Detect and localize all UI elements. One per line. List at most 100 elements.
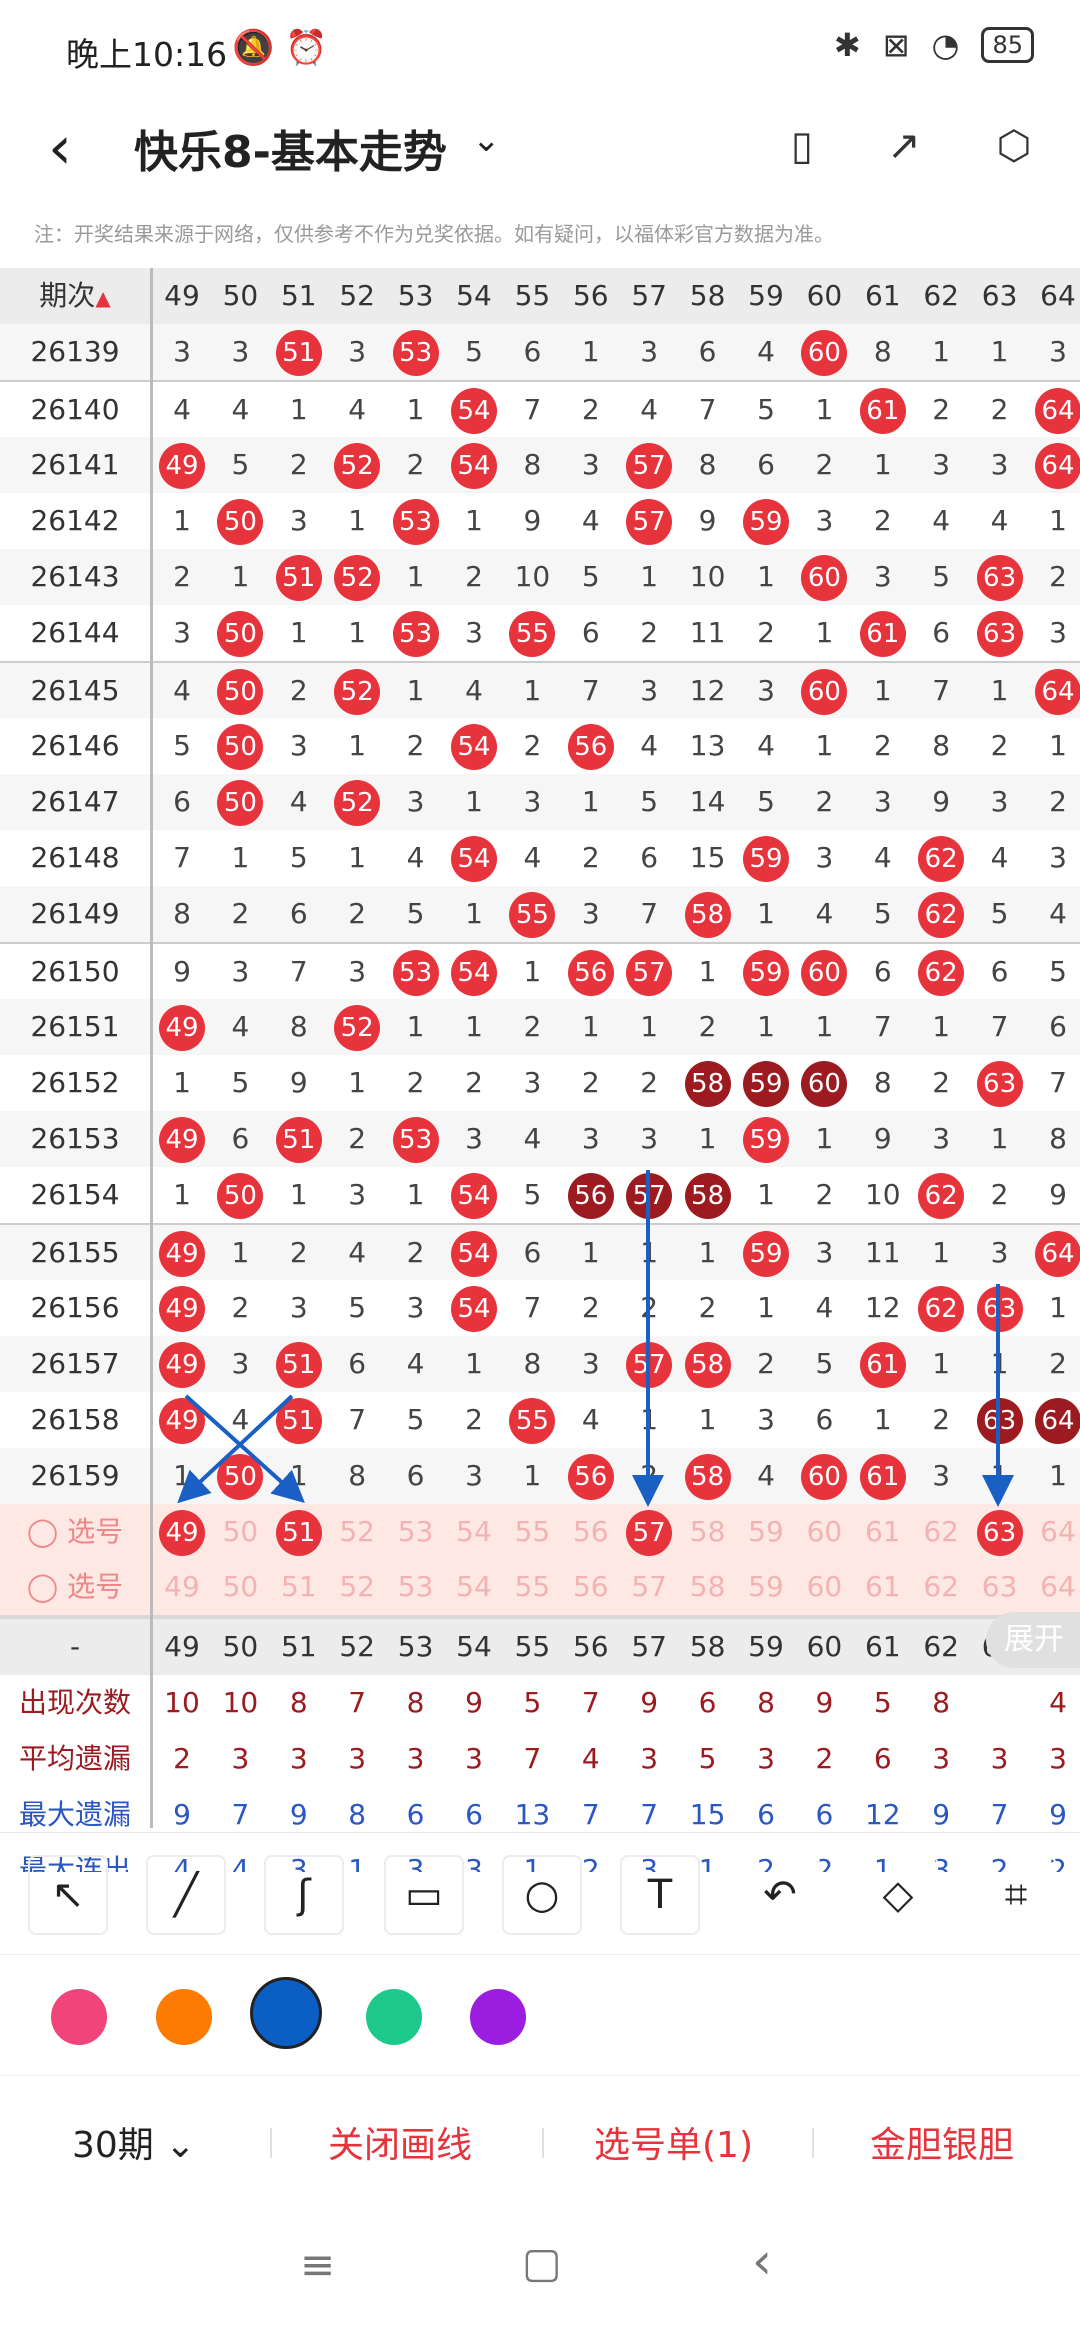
pick-cell[interactable]: 59 <box>737 1504 795 1560</box>
hit-cell: 58 <box>679 1448 737 1504</box>
home-icon[interactable]: ▢ <box>522 2238 562 2287</box>
pick-cell[interactable]: 50 <box>211 1504 269 1560</box>
drawn-number-ball: 60 <box>801 554 848 601</box>
pick-cell-selected[interactable]: 51 <box>270 1504 328 1560</box>
pick-cell[interactable]: 60 <box>795 1504 853 1560</box>
period-cell: 26152 <box>30 1066 120 1100</box>
pick-cell[interactable]: 55 <box>503 1504 561 1560</box>
miss-count-cell: 2 <box>289 673 308 707</box>
expand-button[interactable]: 展开 <box>986 1612 1080 1668</box>
circle-tool-icon[interactable]: ○ <box>502 1855 582 1935</box>
pick-cell[interactable]: 61 <box>854 1504 912 1560</box>
color-swatch-purple[interactable] <box>470 1989 526 2045</box>
pick-cell[interactable]: 64 <box>1029 1504 1080 1560</box>
chevron-down-icon[interactable]: ⌄ <box>472 120 501 160</box>
miss-count-cell: 1 <box>289 392 308 426</box>
clear-brush-icon[interactable]: ⌗ <box>976 1855 1056 1935</box>
rect-tool-icon[interactable]: ▭ <box>384 1855 464 1935</box>
miss-count-cell: 3 <box>173 334 191 368</box>
pick-cell[interactable]: 54 <box>445 1559 503 1615</box>
text-tool-icon[interactable]: T <box>620 1855 700 1935</box>
miss-count-cell: 1 <box>581 334 600 368</box>
drawn-number-ball: 59 <box>743 949 789 996</box>
miss-count-cell: 7 <box>640 896 659 930</box>
miss-count-cell: 4 <box>1049 896 1067 930</box>
menu-icon[interactable]: ≡ <box>300 2240 335 2289</box>
miss-count-cell: 5 <box>406 1402 425 1436</box>
pick-cell-selected[interactable]: 63 <box>971 1504 1029 1560</box>
color-swatch-orange[interactable] <box>156 1989 212 2045</box>
pick-cell[interactable]: 57 <box>620 1559 678 1615</box>
color-swatch-green[interactable] <box>366 1989 422 2045</box>
selected-number-ball[interactable]: 51 <box>275 1509 322 1556</box>
page-title[interactable]: 快乐8-基本走势 <box>134 116 447 180</box>
stats-column-header: 57 <box>631 1630 667 1664</box>
miss-count-cell: 2 <box>698 1010 717 1044</box>
pick-cell[interactable]: 53 <box>387 1504 445 1560</box>
drawn-number-ball: 54 <box>451 1230 497 1277</box>
hit-cell: 49 <box>153 1336 211 1392</box>
arrow-tool-icon[interactable]: ↖ <box>28 1855 108 1935</box>
drawn-number-ball: 52 <box>334 1005 381 1052</box>
pick-cell[interactable]: 64 <box>1029 1559 1080 1615</box>
miss-count-cell: 3 <box>581 1347 600 1381</box>
stats-row: 平均遗漏 2 3 3 3 3 3 7 4 3 5 3 2 6 3 3 3 <box>0 1731 1080 1787</box>
back-nav-icon[interactable]: ‹ <box>752 2232 772 2290</box>
pick-cell[interactable]: 58 <box>679 1504 737 1560</box>
pick-row-label[interactable]: ◯ 选号 <box>0 1559 150 1615</box>
pick-cell[interactable]: 54 <box>445 1504 503 1560</box>
radio-icon[interactable]: ◯ <box>27 1515 67 1548</box>
miss-count-cell: 4 <box>581 1402 600 1436</box>
pick-cell[interactable]: 58 <box>679 1559 737 1615</box>
pick-cell[interactable]: 50 <box>211 1559 269 1615</box>
pick-cell[interactable]: 62 <box>912 1504 970 1560</box>
selected-number-ball[interactable]: 49 <box>159 1509 205 1556</box>
pick-cell[interactable]: 51 <box>270 1559 328 1615</box>
curve-tool-icon[interactable]: ʃ <box>264 1855 344 1935</box>
selected-number-ball[interactable]: 63 <box>976 1509 1023 1556</box>
pick-cell-selected[interactable]: 49 <box>153 1504 211 1560</box>
eraser-icon[interactable]: ◇ <box>858 1855 938 1935</box>
miss-count-cell: 1 <box>815 1121 834 1155</box>
pick-row-label[interactable]: ◯ 选号 <box>0 1504 150 1560</box>
miss-count-cell: 2 <box>348 896 367 930</box>
pick-list-button[interactable]: 选号单(1) <box>594 2116 753 2168</box>
pick-cell[interactable]: 53 <box>387 1559 445 1615</box>
period-header[interactable]: 期次▲ <box>0 268 150 324</box>
pick-cell[interactable]: 49 <box>153 1559 211 1615</box>
pick-cell[interactable]: 63 <box>971 1559 1029 1615</box>
pick-cell[interactable]: 52 <box>328 1559 386 1615</box>
golden-silver-button[interactable]: 金胆银胆 <box>870 2116 1014 2168</box>
color-swatch-blue-selected[interactable] <box>250 1977 322 2049</box>
pick-cell[interactable]: 62 <box>912 1559 970 1615</box>
close-drawing-button[interactable]: 关闭画线 <box>328 2116 472 2168</box>
pick-cell-selected[interactable]: 57 <box>620 1504 678 1560</box>
color-swatch-pink[interactable] <box>51 1989 107 2045</box>
stats-value: 3 <box>990 1741 1009 1775</box>
back-icon[interactable]: ‹ <box>48 118 72 178</box>
pick-cell[interactable]: 60 <box>795 1559 853 1615</box>
sort-icon[interactable]: ▲ <box>95 286 110 310</box>
undo-icon[interactable]: ↶ <box>740 1855 820 1935</box>
pick-cell[interactable]: 56 <box>562 1504 620 1560</box>
miss-count-cell: 1 <box>406 559 425 593</box>
miss-count-cell: 3 <box>990 1235 1009 1269</box>
line-tool-icon[interactable]: ╱ <box>146 1855 226 1935</box>
rotate-screen-icon[interactable]: ▯ <box>774 118 830 174</box>
pick-cell[interactable]: 56 <box>562 1559 620 1615</box>
settings-icon[interactable]: ⬡ <box>986 118 1042 174</box>
selected-number-ball[interactable]: 57 <box>626 1509 673 1556</box>
stats-column-header: 54 <box>456 1630 492 1664</box>
drawn-number-ball: 59 <box>743 1061 789 1108</box>
pick-cell[interactable]: 61 <box>854 1559 912 1615</box>
pick-cell[interactable]: 52 <box>328 1504 386 1560</box>
radio-icon[interactable]: ◯ <box>27 1570 67 1603</box>
miss-count-cell: 8 <box>873 334 892 368</box>
pick-cell[interactable]: 55 <box>503 1559 561 1615</box>
miss-count-cell: 3 <box>289 504 308 538</box>
share-icon[interactable]: ↗ <box>876 118 932 174</box>
miss-count-cell: 3 <box>465 1121 483 1155</box>
stats-value: 8 <box>406 1685 425 1719</box>
pick-cell[interactable]: 59 <box>737 1559 795 1615</box>
period-select[interactable]: 30期 ⌄ <box>72 2116 195 2168</box>
